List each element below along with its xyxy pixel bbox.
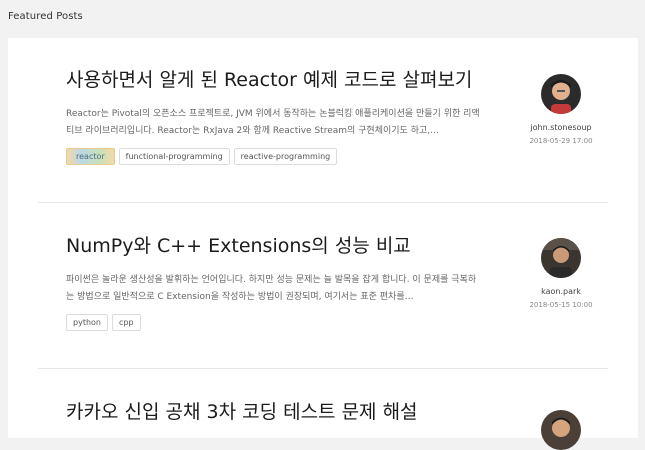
author-block [516, 410, 606, 450]
featured-posts-card: 사용하면서 알게 된 Reactor 예제 코드로 살펴보기 Reactor는 … [8, 38, 638, 450]
post-excerpt: Reactor는 Pivotal의 오픈소스 프로젝트로, JVM 위에서 동작… [66, 109, 480, 136]
person-avatar-icon[interactable] [541, 410, 581, 450]
author-block: john.stonesoup 2018-05-29 17:00 [516, 74, 606, 145]
tag-list: reactor functional-programming reactive-… [66, 148, 338, 165]
tag-reactive-programming[interactable]: reactive-programming [233, 148, 338, 165]
tag-reactor[interactable]: reactor [66, 148, 115, 165]
post-title[interactable]: 카카오 신입 공채 3차 코딩 테스트 문제 해설 [66, 400, 418, 424]
post-divider [38, 368, 608, 369]
post-divider [38, 202, 608, 203]
post-item[interactable]: 사용하면서 알게 된 Reactor 예제 코드로 살펴보기 Reactor는 … [38, 68, 608, 208]
post-date: 2018-05-29 17:00 [529, 137, 593, 145]
post-excerpt: 파이썬은 놀라운 생산성을 발휘하는 언어입니다. 하지만 성능 문제는 늘 발… [66, 275, 477, 302]
post-title[interactable]: 사용하면서 알게 된 Reactor 예제 코드로 살펴보기 [66, 68, 472, 92]
post-date: 2018-05-15 10:00 [529, 301, 593, 309]
tag-functional-programming[interactable]: functional-programming [118, 148, 230, 165]
person-avatar-icon[interactable] [541, 238, 581, 278]
author-name[interactable]: kaon.park [516, 287, 606, 296]
post-title[interactable]: NumPy와 C++ Extensions의 성능 비교 [66, 234, 411, 258]
author-name[interactable]: john.stonesoup [516, 123, 606, 132]
author-block: kaon.park 2018-05-15 10:00 [516, 238, 606, 309]
tag-list: python cpp [66, 314, 141, 331]
person-avatar-icon[interactable] [541, 74, 581, 114]
tag-cpp[interactable]: cpp [111, 314, 141, 331]
tag-python[interactable]: python [66, 314, 108, 331]
post-item[interactable]: NumPy와 C++ Extensions의 성능 비교 파이썬은 놀라운 생산… [38, 234, 608, 374]
section-title: Featured Posts [8, 11, 83, 22]
post-item[interactable]: 카카오 신입 공채 3차 코딩 테스트 문제 해설 [38, 400, 608, 450]
